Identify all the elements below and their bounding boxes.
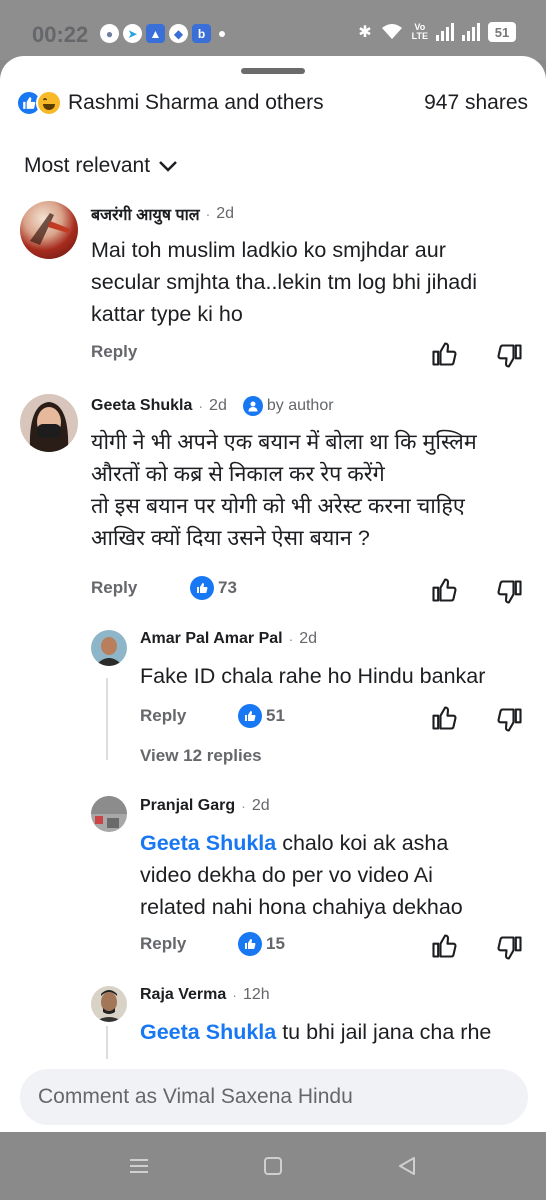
like-reaction-icon [238,704,262,728]
avatar[interactable] [20,394,78,452]
system-navigation-bar [0,1132,546,1200]
system-icons: ✱ Vo LTE 51 [358,22,516,42]
separator-dot: · [232,987,237,1003]
reply-text: Geeta Shukla chalo koi ak asha video dek… [140,827,463,923]
telegram-icon: ➤ [123,24,142,43]
signal-1-icon [436,23,454,41]
arc-icon: ▲ [146,24,165,43]
dislike-button-icon[interactable] [496,706,524,734]
comment-line: secular smjhta tha..lekin tm log bhi jih… [91,270,477,294]
signal-2-icon [462,23,480,41]
reply-text: Geeta Shukla tu bhi jail jana cha rhe [140,1016,491,1048]
like-reaction-icon [238,932,262,956]
reply-button[interactable]: Reply [140,706,186,726]
back-triangle-icon[interactable] [396,1156,418,1182]
comment-line: औरतों को कब्र से निकाल कर रेप करेंगे [91,462,385,486]
reply-time[interactable]: 2d [299,630,317,648]
comment-author[interactable]: Geeta Shukla [91,397,192,415]
bluetooth-icon: ✱ [358,24,372,41]
reply-time[interactable]: 12h [243,986,270,1004]
reactions-summary[interactable]: Rashmi Sharma and others 947 shares [16,88,528,118]
author-badge: by author [242,396,334,416]
reply-time[interactable]: 2d [252,797,270,815]
comment-input[interactable]: Comment as Vimal Saxena Hindu [20,1069,528,1125]
reply-author[interactable]: Pranjal Garg [140,797,235,815]
reply-line: related nahi hona chahiya dekhao [140,895,463,919]
clock: 00:22 [32,22,89,47]
comment-text: योगी ने भी अपने एक बयान में बोला था कि म… [91,426,477,554]
like-button-icon[interactable] [430,932,458,960]
like-count-value: 73 [218,578,237,597]
reply-author[interactable]: Amar Pal Amar Pal [140,630,283,648]
reply-line: chalo koi ak asha [276,831,449,855]
dislike-button-icon[interactable] [496,934,524,962]
like-button-icon[interactable] [430,340,458,368]
sort-dropdown[interactable]: Most relevant [24,154,178,178]
comment-line: योगी ने भी अपने एक बयान में बोला था कि म… [91,430,477,454]
like-count[interactable]: 51 [238,704,285,728]
separator-dot: · [241,798,246,814]
author-badge-icon [242,396,263,416]
home-square-icon[interactable] [262,1156,284,1182]
reply-text: Fake ID chala rahe ho Hindu bankar [140,660,485,692]
comment-time[interactable]: 2d [216,205,234,223]
wifi-icon [381,24,402,39]
shares-count[interactable]: 947 shares [424,91,528,115]
volte-label: Vo LTE [411,22,428,41]
separator-dot: · [198,398,204,414]
comment-author[interactable]: बजरंगी आयुष पाल [91,203,200,225]
notification-icons: ● ➤ ▲ ◆ b [100,24,225,43]
view-replies-link[interactable]: View 12 replies [140,746,262,766]
like-count-value: 51 [266,706,285,725]
reply-button[interactable]: Reply [91,342,137,362]
dislike-button-icon[interactable] [496,578,524,606]
b-app-icon: b [192,24,211,43]
chat-bubble-icon: ● [100,24,119,43]
like-count-value: 15 [266,934,285,953]
battery-icon: 51 [488,22,516,42]
reply-line: tu bhi jail jana cha rhe [276,1020,492,1044]
reaction-names[interactable]: Rashmi Sharma and others [68,91,324,115]
comment-line: आखिर क्यों दिया उसने ऐसा बयान ? [91,526,370,550]
like-button-icon[interactable] [430,704,458,732]
comment-line: तो इस बयान पर योगी को भी अरेस्ट करना चाह… [91,494,465,518]
thread-line [106,678,108,760]
reply-line: Fake ID chala rahe ho Hindu bankar [140,664,486,688]
status-bar: 00:22 ● ➤ ▲ ◆ b ✱ Vo LTE 51 [0,0,546,60]
reply-button[interactable]: Reply [91,578,137,598]
mention-link[interactable]: Geeta Shukla [140,831,276,855]
avatar[interactable] [91,630,127,666]
chevron-down-icon [159,161,177,172]
reply-line: video dekha do per vo video Ai [140,863,433,887]
like-reaction-icon [190,576,214,600]
avatar[interactable] [91,796,127,832]
separator-dot: · [205,206,211,222]
comment-line: Mai toh muslim ladkio ko smjhdar aur [91,238,446,262]
separator-dot: · [288,631,294,647]
like-count[interactable]: 15 [238,932,285,956]
reply-author[interactable]: Raja Verma [140,986,226,1004]
comment-text: Mai toh muslim ladkio ko smjhdar aur sec… [91,234,477,330]
avatar[interactable] [20,201,78,259]
reply-button[interactable]: Reply [140,934,186,954]
avatar[interactable] [91,986,127,1022]
like-button-icon[interactable] [430,576,458,604]
drag-handle[interactable] [241,68,305,74]
author-badge-label: by author [266,397,334,414]
comment-composer-area: Comment as Vimal Saxena Hindu [0,1059,546,1132]
comment-time[interactable]: 2d [209,397,227,415]
sort-label: Most relevant [24,154,151,177]
haha-reaction-icon [36,90,62,116]
comment-input-placeholder: Comment as Vimal Saxena Hindu [38,1085,353,1108]
dislike-button-icon[interactable] [496,342,524,370]
like-count[interactable]: 73 [190,576,237,600]
mention-link[interactable]: Geeta Shukla [140,1020,276,1044]
location-icon: ◆ [169,24,188,43]
recents-menu-icon[interactable] [128,1156,150,1182]
comments-sheet: Rashmi Sharma and others 947 shares Most… [0,56,546,1132]
comment-line: kattar type ki ho [91,302,243,326]
more-notifications-dot [219,30,225,37]
